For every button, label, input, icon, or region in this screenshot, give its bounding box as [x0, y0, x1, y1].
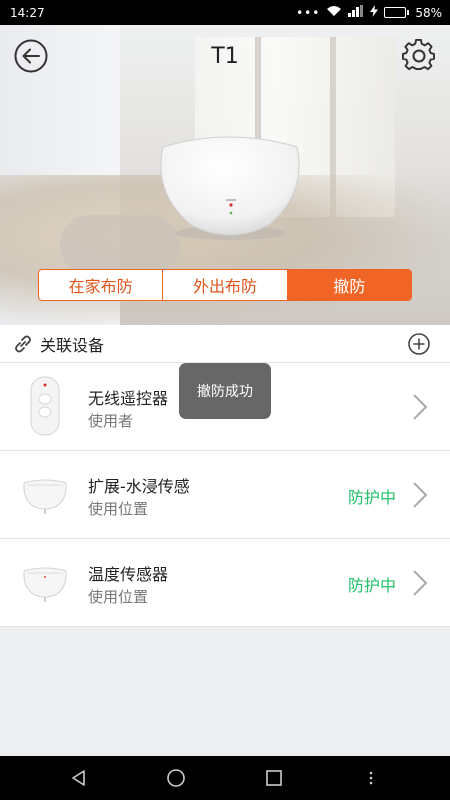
status-time: 14:27 — [10, 5, 45, 20]
nav-back-button[interactable] — [65, 764, 93, 792]
add-device-button[interactable] — [408, 333, 430, 355]
chevron-right-icon — [413, 570, 428, 596]
status-icons: ••• 58% — [296, 5, 442, 20]
device-row-water-sensor[interactable]: 扩展-水浸传感 使用位置 防护中 — [0, 451, 450, 539]
mode-selector: 在家布防 外出布防 撤防 — [38, 269, 412, 301]
device-name: 扩展-水浸传感 — [88, 477, 190, 496]
link-icon — [15, 335, 31, 352]
hub-device-image — [157, 133, 303, 245]
square-recents-icon — [265, 770, 282, 786]
battery-percent: 58% — [415, 5, 442, 20]
signal-icon — [348, 5, 364, 20]
nav-home-button[interactable] — [162, 764, 190, 792]
dots-icon: ••• — [296, 5, 321, 20]
temperature-sensor-thumbnail — [20, 551, 70, 615]
mode-home-arm-button[interactable]: 在家布防 — [39, 270, 164, 300]
more-vertical-icon — [369, 771, 373, 785]
toast-message: 撤防成功 — [179, 363, 271, 419]
add-circle-icon — [408, 333, 430, 355]
system-nav-bar — [0, 756, 450, 800]
hero-banner: T1 在家布防 外出布防 撤防 — [0, 25, 450, 325]
device-status: 防护中 — [347, 576, 396, 595]
nav-recents-button[interactable] — [260, 764, 288, 792]
status-bar: 14:27 ••• 58% — [0, 0, 450, 25]
device-name: 无线遥控器 — [88, 389, 169, 408]
wifi-icon — [326, 5, 342, 20]
page-title: T1 — [211, 44, 239, 69]
linked-devices-header: 关联设备 — [0, 325, 450, 363]
device-status: 防护中 — [347, 488, 396, 507]
chevron-right-icon — [413, 394, 428, 420]
gear-icon — [402, 39, 435, 71]
device-name: 温度传感器 — [88, 565, 169, 584]
nav-menu-button[interactable] — [357, 764, 385, 792]
battery-icon — [384, 7, 410, 18]
device-subtitle: 使用位置 — [88, 588, 149, 606]
chevron-right-icon — [413, 482, 428, 508]
mode-away-arm-button[interactable]: 外出布防 — [163, 270, 288, 300]
water-sensor-thumbnail — [20, 463, 70, 527]
mode-disarm-button[interactable]: 撤防 — [287, 270, 411, 300]
triangle-back-icon — [71, 770, 85, 786]
device-row-temperature-sensor[interactable]: 温度传感器 使用位置 防护中 — [0, 539, 450, 627]
device-subtitle: 使用者 — [88, 412, 134, 430]
settings-button[interactable] — [401, 38, 437, 74]
circle-home-icon — [167, 769, 186, 787]
charging-icon — [370, 5, 379, 20]
linked-devices-title: 关联设备 — [40, 335, 105, 355]
remote-control-thumbnail — [20, 375, 70, 439]
device-subtitle: 使用位置 — [88, 500, 149, 518]
